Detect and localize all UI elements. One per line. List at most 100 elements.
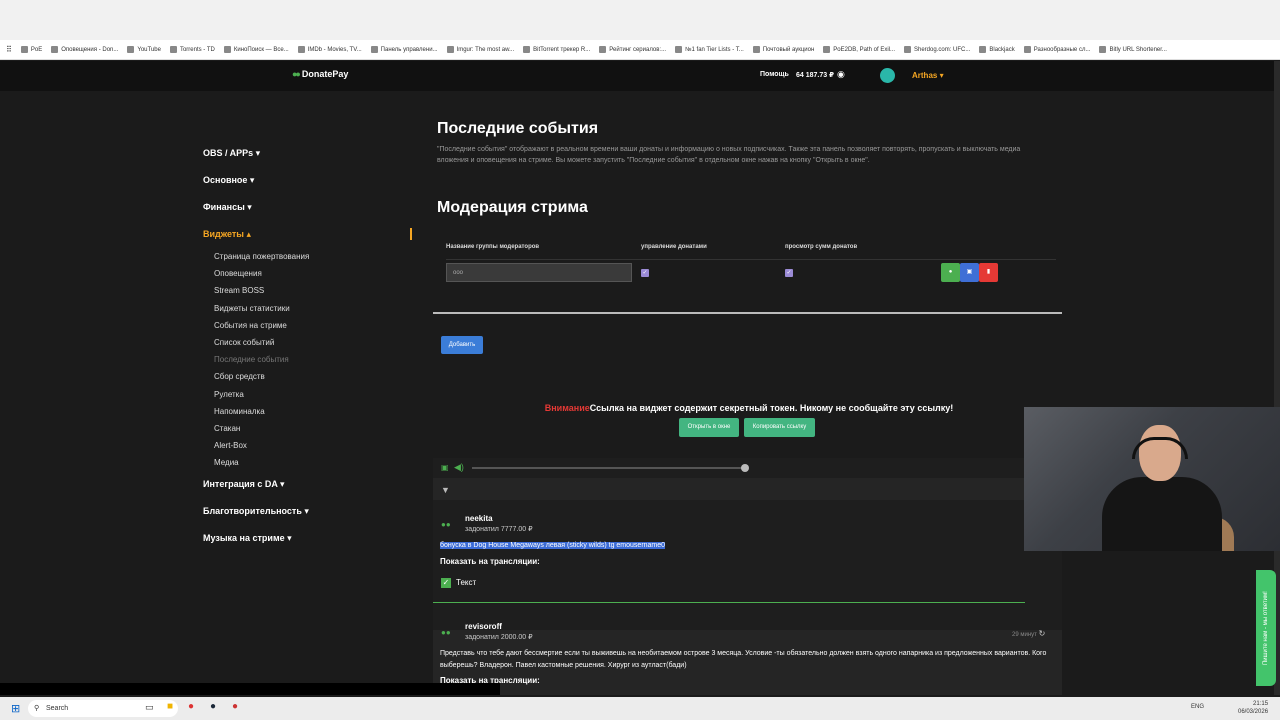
event-separator xyxy=(433,602,1025,603)
clock[interactable]: 21:15 06/03/2026 xyxy=(1238,700,1268,716)
sidebar-item-widget[interactable]: Последние события xyxy=(203,351,413,368)
sidebar-item-widget[interactable]: Список событий xyxy=(203,334,413,351)
sidebar-group-obs[interactable]: OBS / APPs ▾ xyxy=(203,140,413,167)
donor-name: revisoroff xyxy=(465,622,502,631)
bookmark-item[interactable]: IMDb - Movies, TV... xyxy=(297,46,362,53)
bookmark-icon xyxy=(1023,46,1031,53)
bookmark-icon xyxy=(823,46,831,53)
bookmark-item[interactable]: Bitly URL Shortener... xyxy=(1099,46,1167,53)
donor-icon: ●● xyxy=(441,520,451,529)
refresh-icon[interactable]: ↻ xyxy=(1039,629,1046,638)
volume-icon[interactable]: ◀) xyxy=(454,462,464,473)
chat-button[interactable]: ● xyxy=(941,263,960,282)
bookmark-item[interactable]: №1 fan Tier Lists - T... xyxy=(675,46,744,53)
feedback-tab[interactable]: Пишите нам - мы ответим! xyxy=(1256,570,1276,686)
site-header: ●● DonatePay Помощь 64 187.73 ₽ ◉ Arthas … xyxy=(0,61,1274,91)
main-content: Последние события "Последние события" от… xyxy=(437,120,1057,217)
bookmark-item[interactable]: Imgur: The most aw... xyxy=(446,46,514,53)
bookmark-icon xyxy=(446,46,454,53)
sidebar-group-finance[interactable]: Финансы ▾ xyxy=(203,194,413,221)
chrome-icon[interactable]: ● xyxy=(188,701,194,712)
sidebar: OBS / APPs ▾ Основное ▾ Финансы ▾ Виджет… xyxy=(203,140,413,552)
sidebar-group-main[interactable]: Основное ▾ xyxy=(203,167,413,194)
bookmark-item[interactable]: Разнообразные сл... xyxy=(1023,46,1090,53)
bookmark-icon xyxy=(20,46,28,53)
bookmark-item[interactable]: Почтовый аукцион xyxy=(752,46,814,53)
moderator-group-input[interactable] xyxy=(446,263,632,282)
bookmark-item[interactable]: Torrents - TD xyxy=(169,46,215,53)
donation-amount: задонатил 2000.00 ₽ xyxy=(465,634,533,641)
view-sums-checkbox[interactable]: ✓ xyxy=(785,269,793,277)
delete-button[interactable]: ▮ xyxy=(979,263,998,282)
bookmark-icon xyxy=(523,46,531,53)
search-icon: ⚲ xyxy=(34,705,40,712)
bookmark-icon xyxy=(297,46,305,53)
avatar[interactable] xyxy=(880,68,895,83)
bookmark-item[interactable]: YouTube xyxy=(127,46,161,53)
sidebar-item-widget[interactable]: Alert-Box xyxy=(203,437,413,454)
bookmark-icon xyxy=(1099,46,1107,53)
sidebar-item-widget[interactable]: Stream BOSS xyxy=(203,282,413,299)
bookmark-item[interactable]: КиноПоиск — Все... xyxy=(223,46,289,53)
add-button[interactable]: Добавить xyxy=(441,336,483,354)
col-view-header: просмотр сумм донатов xyxy=(785,244,858,250)
bookmark-item[interactable]: PoE2DB, Path of Exil... xyxy=(823,46,895,53)
sidebar-group-widgets[interactable]: Виджеты ▴ xyxy=(203,221,413,248)
eye-icon[interactable]: ◉ xyxy=(837,69,845,80)
sidebar-item-widget[interactable]: Напоминалка xyxy=(203,403,413,420)
sidebar-item-widget[interactable]: Стакан xyxy=(203,420,413,437)
bookmark-item[interactable]: Оповещения - Don... xyxy=(51,46,118,53)
logo[interactable]: ●● DonatePay xyxy=(292,69,348,79)
bookmark-item[interactable]: BitTorrent трекер R... xyxy=(523,46,590,53)
bookmark-icon xyxy=(51,46,59,53)
sidebar-item-widget[interactable]: Виджеты статистики xyxy=(203,300,413,317)
save-button[interactable]: ▣ xyxy=(960,263,979,282)
donor-name: neekita xyxy=(465,514,493,523)
app-icon[interactable]: ● xyxy=(232,701,238,712)
bookmark-item[interactable]: PoE xyxy=(20,46,42,53)
sidebar-item-widget[interactable]: Медиа xyxy=(203,454,413,471)
bookmark-item[interactable]: Панель управлени... xyxy=(370,46,438,53)
sidebar-group-music[interactable]: Музыка на стриме ▾ xyxy=(203,525,413,552)
windows-icon[interactable]: ⊞ xyxy=(11,702,20,715)
taskbar-search[interactable]: ⚲ Search xyxy=(28,700,178,717)
filter-icon[interactable]: ▼ xyxy=(441,485,450,495)
text-checkbox[interactable]: ✓ xyxy=(441,578,451,588)
sidebar-item-widget[interactable]: Сбор средств xyxy=(203,368,413,385)
logo-icon: ●● xyxy=(292,69,301,79)
taskbar: ⊞ ⚲ Search ▭ ■ ● ● ● ENG 21:15 06/03/2026 xyxy=(0,697,1280,720)
sidebar-group-da[interactable]: Интеграция с DA ▾ xyxy=(203,471,413,498)
copy-link-button[interactable]: Копировать ссылку xyxy=(744,418,815,437)
volume-handle[interactable] xyxy=(741,464,749,472)
sidebar-group-charity[interactable]: Благотворительность ▾ xyxy=(203,498,413,525)
sidebar-item-widget[interactable]: Страница пожертвования xyxy=(203,248,413,265)
player-bar: ▣ ◀) xyxy=(433,458,1062,478)
explorer-icon[interactable]: ■ xyxy=(167,701,173,712)
volume-slider[interactable] xyxy=(472,467,747,469)
chat-icon: ● xyxy=(948,269,953,275)
language-indicator[interactable]: ENG xyxy=(1191,704,1204,710)
bookmark-icon xyxy=(675,46,683,53)
media-icon[interactable]: ▣ xyxy=(441,463,449,472)
page-title: Последние события xyxy=(437,120,599,137)
sidebar-item-widget[interactable]: События на стриме xyxy=(203,317,413,334)
bookmark-item[interactable]: Sherdog.com: UFC... xyxy=(904,46,970,53)
donation-message: Представь что тебе дают бессмертие если … xyxy=(440,650,1047,669)
sidebar-item-widget[interactable]: Рулетка xyxy=(203,386,413,403)
webcam-overlay xyxy=(1024,407,1280,551)
apps-icon[interactable]: ⠿ xyxy=(6,45,12,54)
open-window-button[interactable]: Открыть в окне xyxy=(679,418,739,437)
bookmark-item[interactable]: Рейтинг сериалов:... xyxy=(599,46,666,53)
help-link[interactable]: Помощь xyxy=(760,71,789,78)
sidebar-item-widget[interactable]: Оповещения xyxy=(203,265,413,282)
bookmark-item[interactable]: Blackjack xyxy=(979,46,1015,53)
steam-icon[interactable]: ● xyxy=(210,701,216,712)
divider xyxy=(433,312,1062,314)
bookmark-icon xyxy=(752,46,760,53)
show-label: Показать на трансляции: xyxy=(440,557,540,566)
bookmark-icon xyxy=(370,46,378,53)
manage-donations-checkbox[interactable]: ✓ xyxy=(641,269,649,277)
taskview-icon[interactable]: ▭ xyxy=(145,702,154,713)
user-menu[interactable]: Arthas ▾ xyxy=(912,71,944,80)
trash-icon: ▮ xyxy=(986,269,991,275)
